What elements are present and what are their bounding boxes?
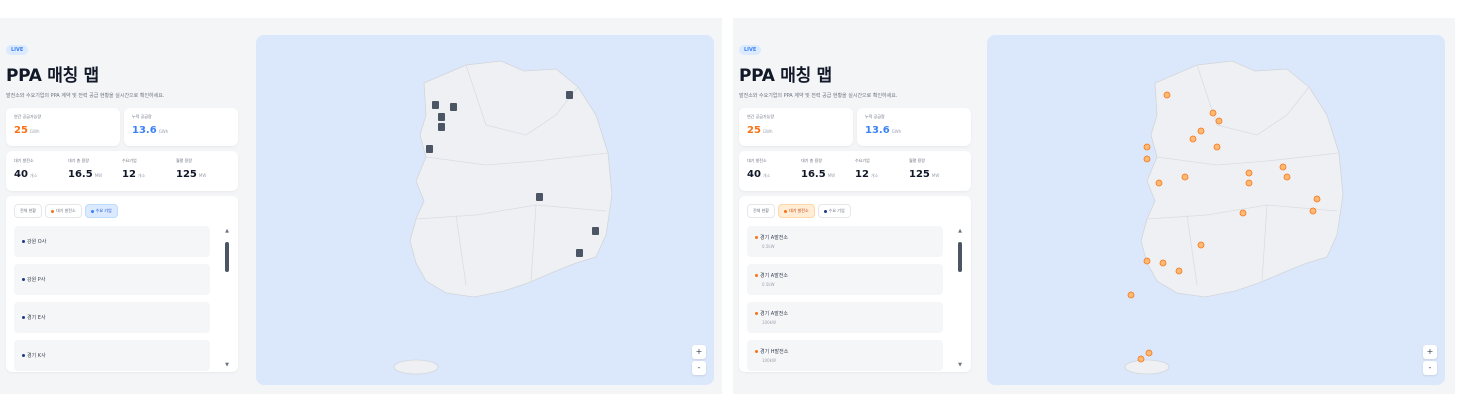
filter-bar: 전체 현황 대기 발전소 수요 기업 <box>14 204 230 218</box>
stat-monthly-capacity: 월평 용량 125 MW <box>176 158 207 180</box>
stats-card: 대기 발전소 40 개소 대기 총 용량 16.5 MW 수요기업 12 개소 월평 용량 1… <box>739 151 971 191</box>
kpi-annual-supply: 연간 공급가능량 25 GWh <box>6 108 120 146</box>
page-title: PPA 매칭 맵 <box>739 66 832 86</box>
page-subtitle: 발전소와 수요기업의 PPA 계약 및 전력 공급 현황을 실시간으로 확인하세… <box>6 93 165 99</box>
kpi-label: 누적 공급량 <box>865 114 885 119</box>
list-scrollbar[interactable]: ▲ ▼ <box>224 228 230 368</box>
live-badge: LIVE <box>6 45 29 55</box>
list-item[interactable]: 강원 O사 <box>14 226 210 257</box>
stat-waiting-capacity: 대기 총 용량 16.5 MW <box>801 158 836 180</box>
scroll-up-icon[interactable]: ▲ <box>224 228 230 234</box>
filter-plants[interactable]: 대기 발전소 <box>778 204 815 218</box>
sidebar: LIVE PPA 매칭 맵 발전소와 수요기업의 PPA 계약 및 전력 공급 … <box>6 36 238 372</box>
korea-map <box>1124 60 1344 375</box>
live-badge: LIVE <box>739 45 762 55</box>
stats-card: 대기 발전소 40 개소 대기 총 용량 16.5 MW 수요기업 12 개소 월평 용량 1… <box>6 151 238 191</box>
zoom-out-button[interactable]: - <box>1423 361 1437 375</box>
korea-map <box>393 60 613 375</box>
list-scrollbar[interactable]: ▲ ▼ <box>957 228 963 368</box>
stat-waiting-capacity: 대기 총 용량 16.5 MW <box>68 158 103 180</box>
list-item[interactable]: 강원 P사 <box>14 264 210 295</box>
jeju-island <box>1124 359 1170 375</box>
kpi-value: 25 GWh <box>747 125 773 136</box>
filter-buyers[interactable]: 수요 기업 <box>817 204 851 218</box>
zoom-in-button[interactable]: + <box>692 345 706 359</box>
scroll-thumb[interactable] <box>225 242 229 272</box>
list-card: 전체 현황 대기 발전소 수요 기업 경기 A발전소 0.5kW 경기 A발전소 0… <box>739 196 971 372</box>
scroll-down-icon[interactable]: ▼ <box>224 362 230 368</box>
item-list: 강원 O사 강원 P사 경기 E사 경기 K사 <box>14 226 210 376</box>
stat-buyers: 수요기업 12 개소 <box>122 158 146 180</box>
list-item[interactable]: 경기 H발전소 100kW <box>747 340 943 371</box>
sidebar: LIVE PPA 매칭 맵 발전소와 수요기업의 PPA 계약 및 전력 공급 … <box>739 36 971 372</box>
zoom-out-button[interactable]: - <box>692 361 706 375</box>
item-list: 경기 A발전소 0.5kW 경기 A발전소 0.5kW 경기 A발전소 100kW 경… <box>747 226 943 376</box>
jeju-island <box>393 359 439 375</box>
map[interactable]: + - <box>987 35 1445 385</box>
buyer-dot-icon <box>90 209 94 213</box>
map[interactable]: + - <box>256 35 714 385</box>
buyer-dot-icon <box>22 278 25 281</box>
buyer-dot-icon <box>823 209 827 213</box>
list-item[interactable]: 경기 A발전소 0.5kW <box>747 226 943 257</box>
filter-plants[interactable]: 대기 발전소 <box>45 204 82 218</box>
scroll-thumb[interactable] <box>958 242 962 272</box>
plant-dot-icon <box>755 236 758 239</box>
page-title: PPA 매칭 맵 <box>6 66 99 86</box>
plant-dot-icon <box>51 209 54 213</box>
filter-bar: 전체 현황 대기 발전소 수요 기업 <box>747 204 963 218</box>
list-item[interactable]: 경기 A발전소 100kW <box>747 302 943 333</box>
stat-waiting-plants: 대기 발전소 40 개소 <box>747 158 771 180</box>
kpi-cumulative-supply: 누적 공급량 13.6 GWh <box>857 108 971 146</box>
buyer-dot-icon <box>22 354 25 357</box>
kpi-value: 13.6 GWh <box>132 125 169 136</box>
kpi-value: 25 GWh <box>14 125 40 136</box>
page-subtitle: 발전소와 수요기업의 PPA 계약 및 전력 공급 현황을 실시간으로 확인하세… <box>739 93 898 99</box>
list-item[interactable]: 경기 A발전소 0.5kW <box>747 264 943 295</box>
list-item[interactable]: 경기 K사 <box>14 340 210 371</box>
screenshot-buyers-view: LIVE PPA 매칭 맵 발전소와 수요기업의 PPA 계약 및 전력 공급 … <box>0 18 722 394</box>
plant-dot-icon <box>755 312 758 315</box>
kpi-annual-supply: 연간 공급가능량 25 GWh <box>739 108 853 146</box>
kpi-value: 13.6 GWh <box>865 125 902 136</box>
kpi-label: 누적 공급량 <box>132 114 152 119</box>
filter-all[interactable]: 전체 현황 <box>14 204 42 218</box>
plant-dot-icon <box>755 350 758 353</box>
list-card: 전체 현황 대기 발전소 수요 기업 강원 O사 강원 P사 경기 E사 경기 … <box>6 196 238 372</box>
screenshot-plants-view: LIVE PPA 매칭 맵 발전소와 수요기업의 PPA 계약 및 전력 공급 … <box>733 18 1455 394</box>
buyer-dot-icon <box>22 240 25 243</box>
stat-waiting-plants: 대기 발전소 40 개소 <box>14 158 38 180</box>
kpi-cumulative-supply: 누적 공급량 13.6 GWh <box>124 108 238 146</box>
buyer-dot-icon <box>22 316 25 319</box>
filter-all[interactable]: 전체 현황 <box>747 204 775 218</box>
stat-buyers: 수요기업 12 개소 <box>855 158 879 180</box>
zoom-in-button[interactable]: + <box>1423 345 1437 359</box>
scroll-down-icon[interactable]: ▼ <box>957 362 963 368</box>
kpi-label: 연간 공급가능량 <box>747 114 775 119</box>
scroll-up-icon[interactable]: ▲ <box>957 228 963 234</box>
kpi-label: 연간 공급가능량 <box>14 114 42 119</box>
plant-dot-icon <box>755 274 758 277</box>
list-item[interactable]: 경기 E사 <box>14 302 210 333</box>
plant-dot-icon <box>784 209 787 213</box>
stat-monthly-capacity: 월평 용량 125 MW <box>909 158 940 180</box>
filter-buyers[interactable]: 수요 기업 <box>84 204 118 218</box>
